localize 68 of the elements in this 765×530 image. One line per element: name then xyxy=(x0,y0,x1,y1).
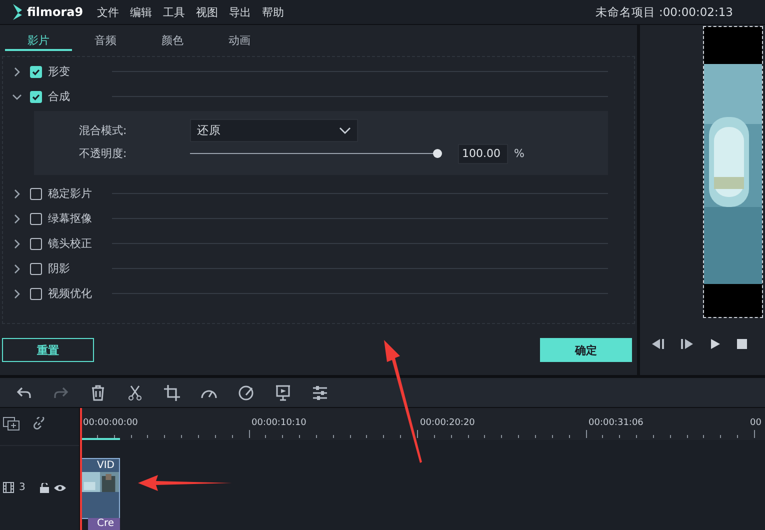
tab[interactable]: 动画 xyxy=(206,33,273,51)
project-title: 未命名项目 :00:00:02:13 xyxy=(595,4,733,20)
chevron-down-icon[interactable] xyxy=(12,92,22,102)
checkbox[interactable] xyxy=(30,188,42,200)
section-label: 视频优化 xyxy=(48,286,93,301)
menu-item[interactable]: 编辑 xyxy=(130,4,152,20)
clip-title: VID xyxy=(97,460,114,471)
caret-icon xyxy=(339,126,351,134)
add-track-icon[interactable] xyxy=(3,417,20,431)
section-label: 稳定影片 xyxy=(48,186,93,201)
unit-label: % xyxy=(514,147,524,160)
track-number: 3 xyxy=(19,482,26,493)
menu-item[interactable]: 帮助 xyxy=(262,4,284,20)
time-ruler[interactable]: 00:00:00:00 00:00:10:10 00:00:20:20 00:00:31:06 00 xyxy=(80,408,765,440)
section-label: 镜头校正 xyxy=(48,236,93,251)
sliders-icon[interactable] xyxy=(312,384,328,400)
ok-button[interactable]: 确定 xyxy=(540,338,632,362)
presentation-icon[interactable] xyxy=(275,384,291,400)
chevron-right-icon[interactable] xyxy=(12,214,22,224)
redo-icon[interactable] xyxy=(53,384,69,400)
previous-frame-icon[interactable] xyxy=(652,339,664,349)
reset-button[interactable]: 重置 xyxy=(2,338,94,362)
chevron-right-icon[interactable] xyxy=(12,288,22,298)
link-icon[interactable] xyxy=(32,417,46,431)
field-label: 混合模式: xyxy=(79,123,128,138)
tab[interactable]: 音频 xyxy=(72,33,139,51)
ruler-time: 00:00:20:20 xyxy=(420,418,475,428)
menu-item[interactable]: 导出 xyxy=(229,4,252,20)
field-label: 不透明度: xyxy=(79,146,128,161)
tab[interactable]: 颜色 xyxy=(139,33,206,51)
logo-icon xyxy=(12,4,23,20)
section-label: 阴影 xyxy=(48,261,71,276)
chevron-right-icon[interactable] xyxy=(12,188,22,198)
opacity-input[interactable]: 100.00 xyxy=(458,144,508,164)
chevron-right-icon[interactable] xyxy=(12,66,22,76)
checkbox[interactable] xyxy=(30,90,42,102)
section-label: 合成 xyxy=(48,89,71,104)
lock-icon[interactable] xyxy=(40,482,50,492)
film-icon xyxy=(3,482,14,493)
ruler-time: 00 xyxy=(750,418,762,428)
tab[interactable]: 影片 xyxy=(5,33,72,51)
title-clip[interactable]: Cre xyxy=(88,518,120,530)
checkbox[interactable] xyxy=(30,212,42,224)
app-logo: filmora9 xyxy=(27,5,84,19)
chevron-right-icon[interactable] xyxy=(12,238,22,248)
ruler-time: 00:00:10:10 xyxy=(252,418,306,428)
ruler-time: 00:00:00:00 xyxy=(83,418,138,428)
checkbox[interactable] xyxy=(30,66,42,78)
delete-icon[interactable] xyxy=(90,384,106,400)
menu-item[interactable]: 文件 xyxy=(97,4,120,20)
clip-title: Cre xyxy=(97,518,114,530)
menu-item[interactable]: 工具 xyxy=(163,4,186,20)
cut-icon[interactable] xyxy=(127,384,143,400)
ruler-time: 00:00:31:06 xyxy=(588,418,644,428)
checkbox[interactable] xyxy=(30,288,42,300)
checkbox[interactable] xyxy=(30,262,42,274)
play-icon[interactable] xyxy=(710,339,720,349)
undo-icon[interactable] xyxy=(16,384,32,400)
eye-icon[interactable] xyxy=(54,484,66,492)
section-label: 形变 xyxy=(48,64,71,79)
checkbox[interactable] xyxy=(30,238,42,250)
next-frame-icon[interactable] xyxy=(681,339,693,349)
chevron-right-icon[interactable] xyxy=(12,264,22,274)
blend-mode-dropdown[interactable]: 还原 xyxy=(190,119,358,142)
section-label: 绿幕抠像 xyxy=(48,211,93,226)
video-clip[interactable]: VID xyxy=(80,458,120,519)
menu-item[interactable]: 视图 xyxy=(196,4,218,20)
crop-icon[interactable] xyxy=(164,384,180,400)
